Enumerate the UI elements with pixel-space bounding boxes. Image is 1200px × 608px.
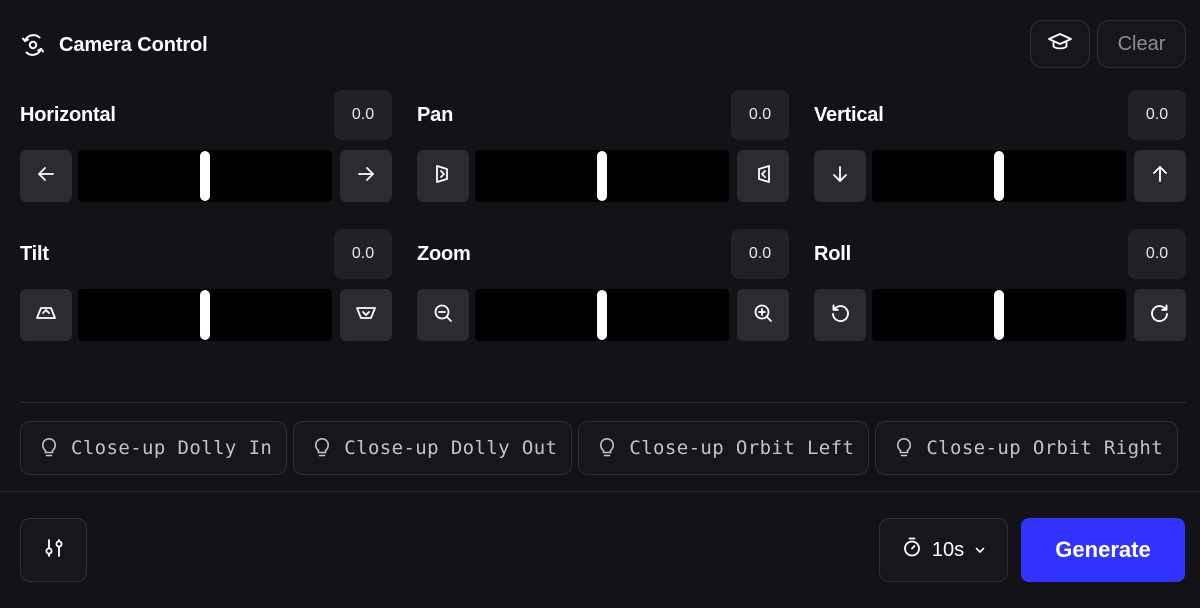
learn-button[interactable] — [1030, 20, 1090, 68]
preset-label: Close-up Dolly Out — [344, 437, 558, 459]
pan-left-icon — [432, 163, 454, 190]
control-vertical: Vertical 0.0 — [814, 90, 1186, 204]
arrow-right-icon — [355, 163, 377, 190]
preset-chip[interactable]: Close-up Orbit Right — [875, 421, 1179, 475]
header: Camera Control Clear — [20, 20, 1186, 68]
preset-label: Close-up Orbit Left — [629, 437, 855, 459]
zoom-out-button[interactable] — [417, 289, 469, 341]
arrow-up-icon — [1149, 163, 1171, 190]
control-value-input[interactable]: 0.0 — [1128, 229, 1186, 279]
arrow-down-icon — [829, 163, 851, 190]
preset-list: Close-up Dolly In Close-up Dolly Out Clo… — [20, 421, 1200, 475]
control-horizontal: Horizontal 0.0 — [20, 90, 392, 204]
pan-right-icon — [752, 163, 774, 190]
vertical-slider[interactable] — [872, 150, 1126, 202]
preset-label: Close-up Orbit Right — [926, 437, 1164, 459]
sliders-icon — [42, 536, 66, 565]
chevron-down-icon — [974, 539, 986, 562]
control-label: Zoom — [417, 243, 471, 265]
control-label: Tilt — [20, 243, 49, 265]
control-value-input[interactable]: 0.0 — [1128, 90, 1186, 140]
timer-icon — [901, 536, 923, 564]
lightbulb-icon — [894, 437, 914, 459]
tilt-slider[interactable] — [78, 289, 332, 341]
graduation-cap-icon — [1047, 31, 1073, 58]
control-value-input[interactable]: 0.0 — [731, 90, 789, 140]
zoom-in-button[interactable] — [737, 289, 789, 341]
duration-select[interactable]: 10s — [879, 518, 1008, 582]
control-value-input[interactable]: 0.0 — [334, 90, 392, 140]
slider-thumb[interactable] — [994, 151, 1004, 201]
vertical-decrease-button[interactable] — [814, 150, 866, 202]
arrow-left-icon — [35, 163, 57, 190]
camera-orbit-icon — [20, 32, 46, 58]
control-label: Pan — [417, 104, 454, 126]
control-label: Horizontal — [20, 104, 116, 126]
slider-thumb[interactable] — [597, 290, 607, 340]
generate-button[interactable]: Generate — [1021, 518, 1185, 582]
divider — [0, 491, 1200, 492]
clear-button[interactable]: Clear — [1097, 20, 1186, 68]
settings-button[interactable] — [20, 518, 87, 582]
vertical-increase-button[interactable] — [1134, 150, 1186, 202]
pan-slider[interactable] — [475, 150, 729, 202]
tilt-up-icon — [354, 302, 378, 329]
preset-label: Close-up Dolly In — [71, 437, 273, 459]
pan-right-button[interactable] — [737, 150, 789, 202]
zoom-in-icon — [752, 302, 774, 329]
tilt-down-icon — [34, 302, 58, 329]
lightbulb-icon — [597, 437, 617, 459]
control-pan: Pan 0.0 — [417, 90, 789, 204]
control-label: Roll — [814, 243, 851, 265]
roll-left-button[interactable] — [814, 289, 866, 341]
control-roll: Roll 0.0 — [814, 229, 1186, 343]
roll-slider[interactable] — [872, 289, 1126, 341]
zoom-slider[interactable] — [475, 289, 729, 341]
preset-chip[interactable]: Close-up Dolly Out — [293, 421, 573, 475]
tilt-down-button[interactable] — [20, 289, 72, 341]
pan-left-button[interactable] — [417, 150, 469, 202]
lightbulb-icon — [312, 437, 332, 459]
control-value-input[interactable]: 0.0 — [731, 229, 789, 279]
rotate-cw-icon — [1149, 302, 1171, 329]
divider — [20, 402, 1186, 403]
control-label: Vertical — [814, 104, 884, 126]
preset-chip[interactable]: Close-up Dolly In — [20, 421, 288, 475]
lightbulb-icon — [39, 437, 59, 459]
control-zoom: Zoom 0.0 — [417, 229, 789, 343]
horizontal-slider[interactable] — [78, 150, 332, 202]
roll-right-button[interactable] — [1134, 289, 1186, 341]
slider-thumb[interactable] — [994, 290, 1004, 340]
title-group: Camera Control — [20, 32, 208, 58]
control-value-input[interactable]: 0.0 — [334, 229, 392, 279]
control-tilt: Tilt 0.0 — [20, 229, 392, 343]
horizontal-decrease-button[interactable] — [20, 150, 72, 202]
horizontal-increase-button[interactable] — [340, 150, 392, 202]
preset-chip[interactable]: Close-up Orbit Left — [578, 421, 870, 475]
rotate-ccw-icon — [829, 302, 851, 329]
duration-label: 10s — [931, 538, 965, 561]
zoom-out-icon — [432, 302, 454, 329]
slider-thumb[interactable] — [200, 151, 210, 201]
page-title: Camera Control — [59, 33, 208, 56]
slider-thumb[interactable] — [597, 151, 607, 201]
slider-thumb[interactable] — [200, 290, 210, 340]
tilt-up-button[interactable] — [340, 289, 392, 341]
